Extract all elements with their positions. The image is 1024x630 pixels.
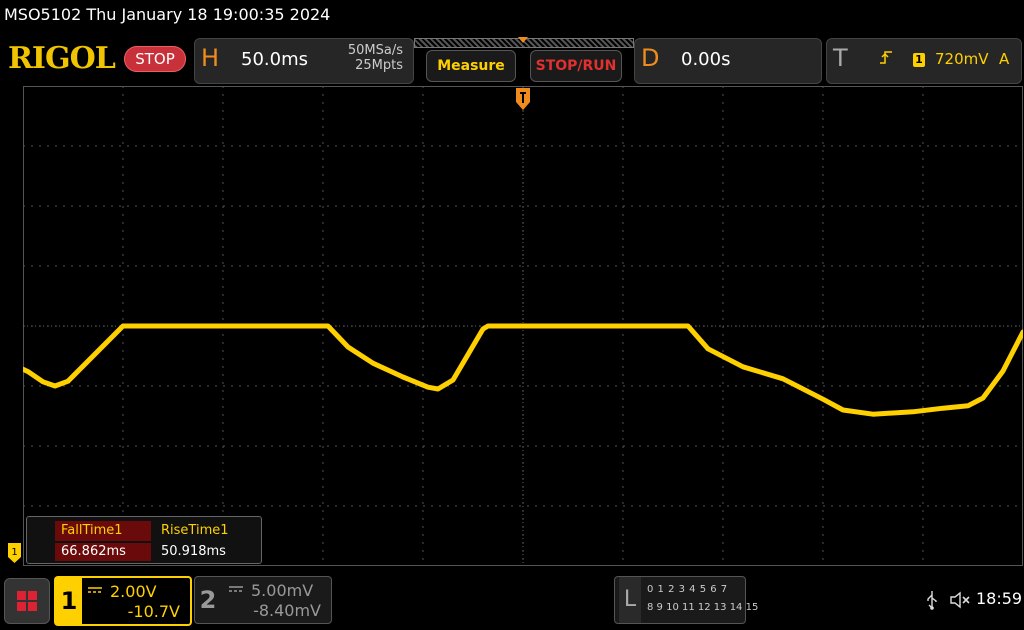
measurement-name: RiseTime1 [161, 523, 229, 538]
dc-coupling-icon [88, 587, 102, 593]
run-state-badge[interactable]: STOP [124, 46, 186, 72]
channel1-scale: 2.00V [110, 582, 157, 601]
speaker-muted-icon[interactable] [950, 590, 972, 610]
top-toolbar: RIGOL STOP H 50.0ms 50MSa/s 25Mpts Measu… [0, 36, 1024, 86]
channel2-scale: 5.00mV [251, 581, 314, 600]
svg-text:1: 1 [11, 547, 17, 558]
logic-analyzer-letter: L [619, 577, 641, 623]
channel2-panel[interactable]: 2 5.00mV -8.40mV [194, 576, 332, 624]
trigger-source-badge: 1 [913, 53, 925, 67]
title-text: MSO5102 Thu January 18 19:00:35 2024 [4, 5, 331, 24]
channel1-number: 1 [56, 578, 82, 624]
delay-value: 0.00s [681, 49, 731, 70]
trigger-letter: T [833, 44, 848, 72]
measure-button[interactable]: Measure [426, 50, 516, 82]
channel2-number: 2 [199, 586, 217, 614]
bottom-bar: 1 2.00V -10.7V 2 5.00mV -8.40mV L 0 1 2 … [0, 572, 1024, 630]
timebase-value: 50.0ms [241, 49, 308, 70]
logic-analyzer-panel[interactable]: L 0 1 2 3 4 5 6 7 8 9 10 11 12 13 14 15 [614, 576, 758, 624]
clock-time: 18:59 [976, 589, 1023, 608]
logic-channels-row1: 0 1 2 3 4 5 6 7 [647, 584, 728, 595]
memory-position-marker-icon [518, 37, 528, 43]
measurement-value: 50.918ms [161, 544, 226, 559]
delay-panel[interactable]: D 0.00s [634, 38, 822, 84]
delay-letter: D [641, 44, 660, 72]
trigger-level: 720mV [935, 50, 989, 68]
dc-coupling-icon [229, 586, 243, 592]
measurement-panel[interactable]: FallTime1 66.862ms RiseTime1 50.918ms [26, 516, 262, 564]
usb-icon [927, 591, 937, 610]
trigger-panel[interactable]: T 1 720mV A [826, 38, 1022, 84]
channel2-offset: -8.40mV [253, 601, 321, 620]
channel1-offset: -10.7V [127, 602, 180, 621]
trigger-position-icon[interactable] [516, 88, 530, 110]
measurement-value: 66.862ms [55, 543, 151, 561]
measurement-name: FallTime1 [55, 521, 151, 541]
trigger-mode: A [999, 50, 1010, 68]
horizontal-panel[interactable]: H 50.0ms 50MSa/s 25Mpts [194, 38, 414, 84]
horizontal-letter: H [201, 44, 220, 72]
sample-info: 50MSa/s 25Mpts [333, 43, 403, 73]
stop-run-button[interactable]: STOP/RUN [530, 50, 622, 82]
title-bar: MSO5102 Thu January 18 19:00:35 2024 [0, 0, 1024, 30]
menu-icon[interactable] [4, 578, 50, 624]
logic-channels-row2: 8 9 10 11 12 13 14 15 [647, 602, 759, 613]
channel1-panel[interactable]: 1 2.00V -10.7V [54, 576, 192, 626]
waveform-grid[interactable] [23, 86, 1023, 566]
memory-depth: 25Mpts [355, 58, 403, 73]
channel1-offset-marker-icon[interactable]: 1 [8, 543, 21, 563]
rising-edge-icon [879, 49, 893, 69]
sample-rate: 50MSa/s [347, 43, 403, 58]
rigol-logo: RIGOL [8, 41, 116, 76]
